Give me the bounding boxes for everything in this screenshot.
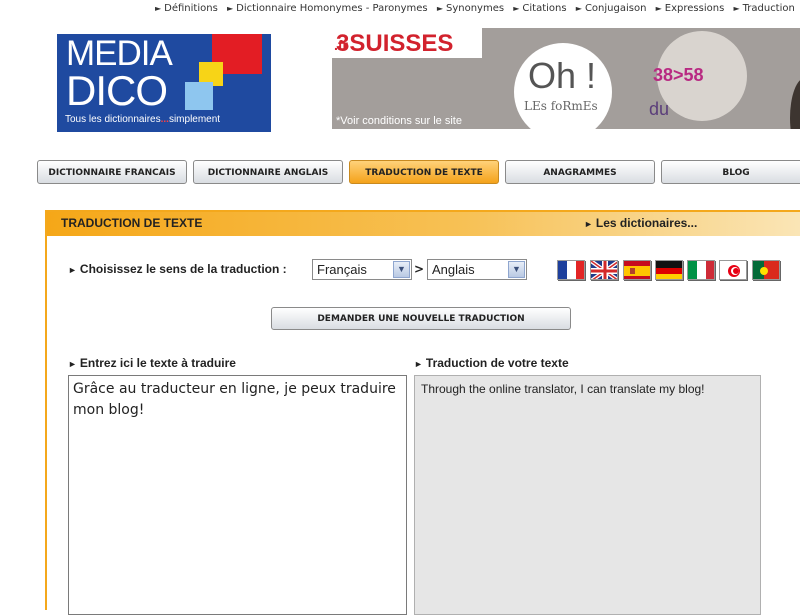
new-translation-button[interactable]: DEMANDER UNE NOUVELLE TRADUCTION [271,307,571,330]
logo-line-dico: DICO [66,67,168,114]
triangle-right-icon: ► [226,4,234,13]
menu-blog[interactable]: BLOG [661,160,800,184]
german-flag-icon[interactable] [655,260,683,280]
triangle-right-icon: ► [584,219,593,229]
tunisian-flag-icon[interactable] [719,260,747,280]
banner-size-range: 38>58 [653,65,704,85]
nav-link-definitions[interactable]: ► Définitions [155,3,218,14]
banner-oh-text: Oh ! [528,55,597,96]
nav-link-citations[interactable]: ► Citations [513,3,566,14]
top-navigation: ► Définitions ► Dictionnaire Homonymes - P… [155,3,800,14]
menu-dictionnaire-francais[interactable]: DICTIONNAIRE FRANCAIS [37,160,187,184]
triangle-right-icon: ► [155,4,162,13]
translation-output: Through the online translator, I can tra… [414,375,761,615]
banner-size-circle: du 38>58 [649,31,747,121]
banner-person-image [790,78,800,129]
triangle-right-icon: ► [733,4,740,13]
chevron-down-icon[interactable]: ▼ [508,261,525,278]
chevron-down-icon[interactable]: ▼ [393,261,410,278]
logo-tagline: Tous les dictionnaires...simplement [65,114,221,125]
french-flag-icon[interactable] [557,260,585,280]
triangle-right-icon: ► [436,4,443,13]
banner-brand-logo: 3SUISSES .fr [334,30,454,57]
banner-forms-text: LEs foRmEs [524,99,598,113]
mediadico-logo[interactable]: MEDIA DICO Tous les dictionnaires...simp… [57,34,271,132]
triangle-right-icon: ► [68,359,77,369]
uk-flag-graphic [591,261,617,279]
nav-link-expressions[interactable]: ► Expressions [656,3,725,14]
logo-blue-square [185,82,213,110]
panel-title: TRADUCTION DE TEXTE [61,216,203,230]
portuguese-flag-icon[interactable] [752,260,780,280]
triangle-right-icon: ► [414,359,423,369]
menu-traduction-de-texte[interactable]: TRADUCTION DE TEXTE [349,160,499,184]
triangle-right-icon: ► [68,265,77,275]
banner-oh-circle: Oh ! LEs foRmEs [514,43,612,129]
menu-anagrammes[interactable]: ANAGRAMMES [505,160,655,184]
target-language-select[interactable]: Anglais ▼ [427,259,527,280]
triangle-right-icon: ► [513,4,520,13]
banner-conditions-note: *Voir conditions sur le site [336,115,462,127]
nav-link-synonymes[interactable]: ► Synonymes [437,3,504,14]
dictionaries-link[interactable]: ► Les dictionaires... [584,216,697,230]
uk-us-flag-icon[interactable] [590,260,618,280]
spanish-flag-icon[interactable] [623,260,651,280]
source-text-input[interactable]: Grâce au traducteur en ligne, je peux tr… [68,375,407,615]
source-language-select[interactable]: Français ▼ [312,259,412,280]
direction-label: ► Choisissez le sens de la traduction : [68,262,287,276]
triangle-right-icon: ► [575,4,582,13]
nav-link-traduction[interactable]: ► Traduction [733,3,794,14]
ad-banner[interactable]: 3SUISSES .fr Oh ! LEs foRmEs du 38>58 *Vo… [332,28,800,129]
output-label: ► Traduction de votre texte [414,356,569,370]
menu-dictionnaire-anglais[interactable]: DICTIONNAIRE ANGLAIS [193,160,343,184]
input-label: ► Entrez ici le texte à traduire [68,356,236,370]
direction-separator: > [414,262,425,276]
banner-brand-box: 3SUISSES .fr [332,28,482,58]
nav-link-conjugaison[interactable]: ► Conjugaison [576,3,647,14]
nav-link-homonymes[interactable]: ► Dictionnaire Homonymes - Paronymes [227,3,428,14]
italian-flag-icon[interactable] [687,260,715,280]
triangle-right-icon: ► [655,4,662,13]
